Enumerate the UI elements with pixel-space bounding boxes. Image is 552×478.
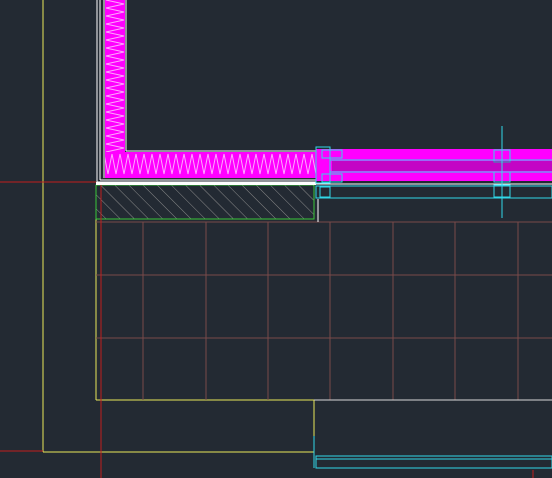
cad-drawing-canvas[interactable]	[0, 0, 552, 478]
wall-slab-edge	[96, 182, 316, 185]
cad-viewport[interactable]	[0, 0, 552, 478]
drawing-background	[0, 0, 552, 478]
concrete-footing	[95, 184, 315, 220]
